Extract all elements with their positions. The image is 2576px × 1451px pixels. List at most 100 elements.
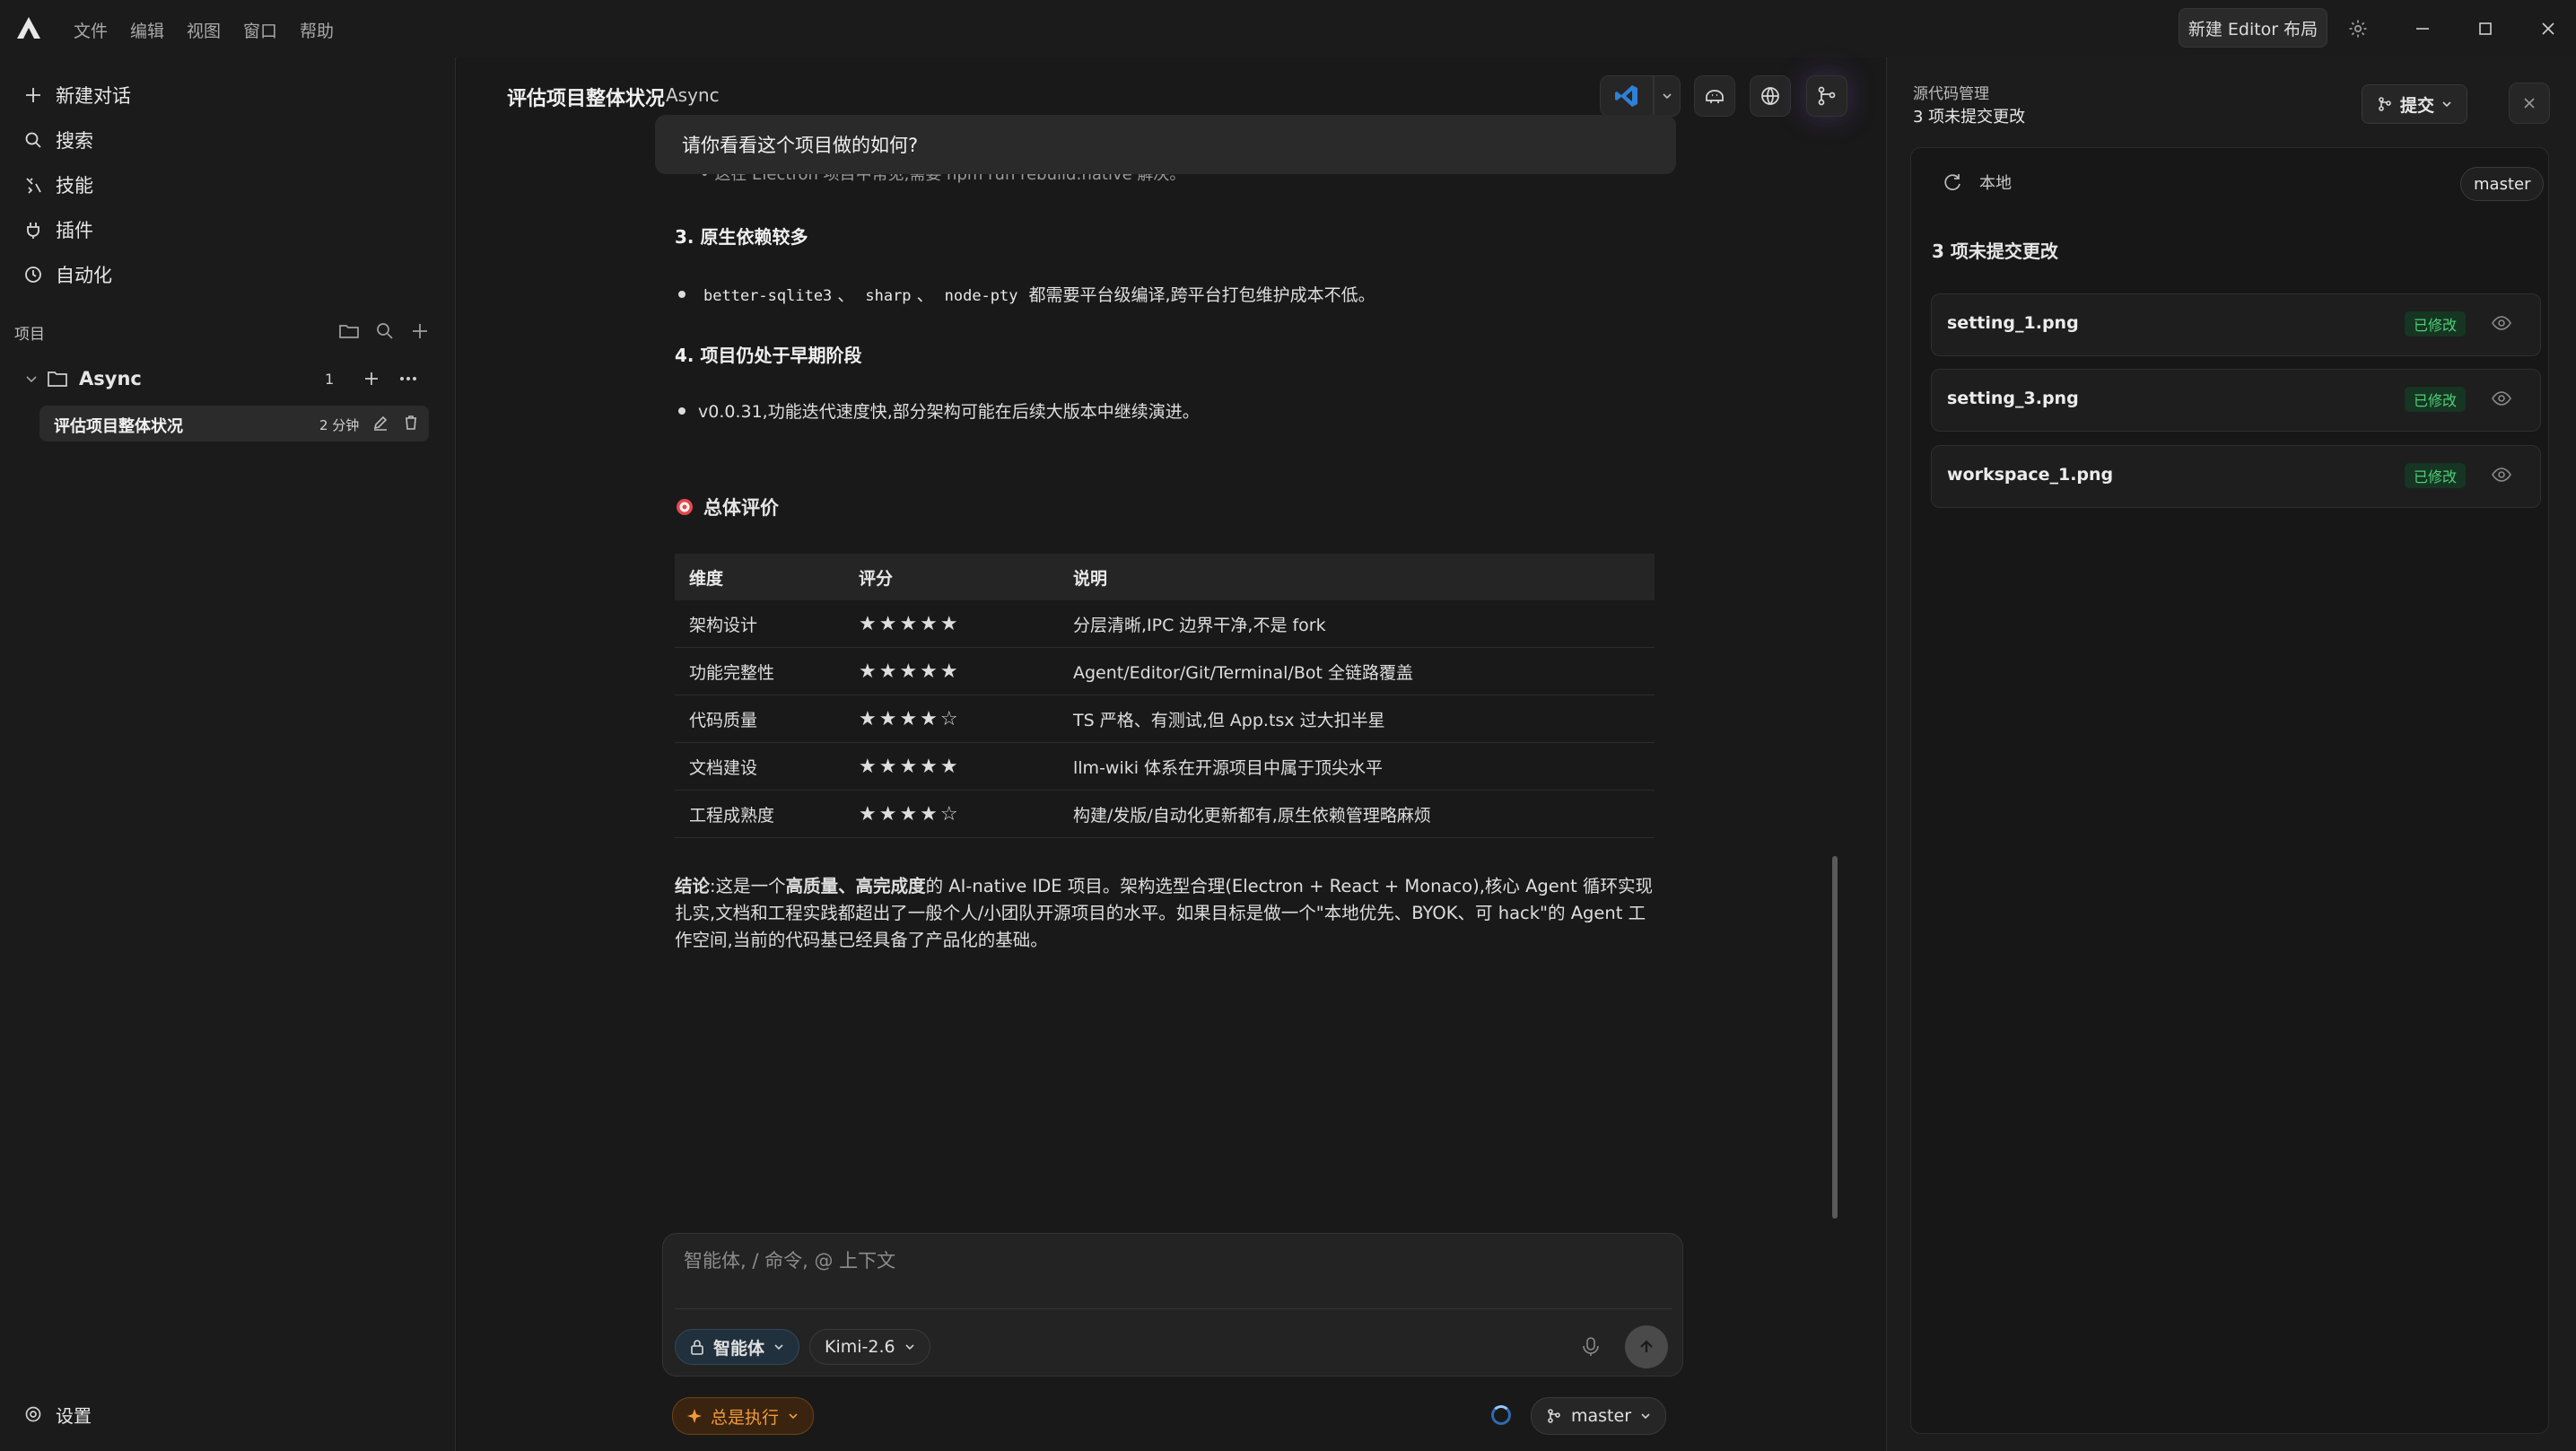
table-cell: 工程成熟度	[675, 790, 844, 838]
app-logo-icon[interactable]	[16, 16, 41, 39]
commit-label: 提交	[2400, 95, 2435, 116]
vscode-dropdown-button[interactable]	[1654, 75, 1681, 117]
folder-icon	[47, 369, 68, 389]
menu-help[interactable]: 帮助	[300, 18, 334, 42]
nav-new-chat[interactable]: 新建对话	[23, 77, 131, 113]
add-project-icon[interactable]	[408, 319, 432, 343]
eye-icon[interactable]	[2491, 389, 2512, 407]
open-folder-icon[interactable]	[337, 319, 361, 343]
settings-button[interactable]: 设置	[23, 1396, 92, 1432]
chevron-down-icon[interactable]	[25, 372, 38, 385]
model-selector[interactable]: Kimi-2.6	[809, 1329, 930, 1365]
execution-mode-label: 总是执行	[711, 1407, 780, 1428]
microphone-button[interactable]	[1572, 1328, 1610, 1366]
conclusion-paragraph: 结论:这是一个高质量、高完成度的 AI-native IDE 项目。架构选型合理…	[675, 873, 1653, 954]
nav-label: 新建对话	[56, 85, 131, 107]
browser-button[interactable]	[1750, 75, 1791, 117]
new-editor-layout-button[interactable]: 新建 Editor 布局	[2179, 8, 2327, 48]
table-cell: 构建/发版/自动化更新都有,原生依赖管理略麻烦	[1059, 790, 1655, 838]
file-name: workspace_1.png	[1947, 465, 2114, 485]
source-control-subtitle: 3 项未提交更改	[1913, 108, 2026, 127]
conclusion-label: 结论	[675, 876, 711, 896]
eye-icon[interactable]	[2491, 314, 2512, 332]
nav-automation[interactable]: 自动化	[23, 257, 112, 293]
commit-button[interactable]: 提交	[2362, 84, 2468, 124]
bullet-early-stage: v0.0.31,功能迭代速度快,部分架构可能在后续大版本中继续演进。	[678, 398, 1200, 423]
chat-input[interactable]	[682, 1249, 1663, 1272]
table-row: 代码质量 ★★★★☆ TS 严格、有测试,但 App.tsx 过大扣半星	[675, 695, 1655, 743]
execution-mode-selector[interactable]: 总是执行	[672, 1397, 815, 1435]
settings-label: 设置	[56, 1404, 92, 1427]
menu-edit[interactable]: 编辑	[130, 18, 164, 42]
maximize-icon[interactable]	[2471, 14, 2500, 43]
project-count: 1	[325, 370, 335, 388]
open-in-vscode-button[interactable]	[1600, 75, 1654, 117]
source-control-toggle-button[interactable]	[1806, 75, 1847, 117]
nav-skills[interactable]: 技能	[23, 167, 93, 203]
chevron-down-icon	[2441, 99, 2452, 109]
menu-window[interactable]: 窗口	[243, 18, 277, 42]
project-row-async[interactable]: Async 1	[14, 361, 429, 397]
table-row: 文档建设 ★★★★★ llm-wiki 体系在开源项目中属于顶尖水平	[675, 742, 1655, 791]
menu-view[interactable]: 视图	[187, 18, 221, 42]
text-span: 、	[837, 285, 855, 305]
clock-icon	[23, 265, 43, 284]
bullet-text: v0.0.31,功能迭代速度快,部分架构可能在后续大版本中继续演进。	[698, 402, 1200, 422]
close-icon	[2523, 97, 2536, 109]
chat-scrollbar[interactable]	[1832, 856, 1838, 1219]
minimize-icon[interactable]	[2408, 14, 2437, 43]
nav-label: 自动化	[56, 265, 112, 286]
close-window-icon[interactable]	[2534, 14, 2563, 43]
project-more-icon[interactable]	[398, 370, 418, 388]
git-commit-icon	[2377, 96, 2393, 112]
branch-label: master	[1571, 1406, 1632, 1426]
delete-trash-icon[interactable]	[402, 414, 420, 432]
user-message-bubble: 请你看看这个项目做的如何?	[655, 115, 1676, 174]
text-span: 都需要平台级编译,跨平台打包维护成本不低。	[1028, 285, 1375, 305]
bot-icon	[1703, 84, 1726, 108]
star-rating: ★★★★★	[844, 742, 1059, 791]
chevron-down-icon	[1662, 91, 1672, 101]
model-label: Kimi-2.6	[825, 1337, 895, 1357]
table-cell: TS 严格、有测试,但 App.tsx 过大扣半星	[1059, 695, 1655, 743]
bot-button[interactable]	[1694, 75, 1735, 117]
bullet-text: better-sqlite3、 sharp、 node-pty 都需要平台级编译…	[698, 282, 1375, 306]
bullet-native-deps: better-sqlite3、 sharp、 node-pty 都需要平台级编译…	[678, 282, 1375, 306]
text-span: 、	[916, 285, 934, 305]
git-branch-icon	[1546, 1408, 1562, 1424]
plus-icon	[23, 85, 43, 105]
eye-icon[interactable]	[2491, 466, 2512, 484]
star-rating: ★★★★★	[844, 647, 1059, 695]
branch-selector[interactable]: master	[1531, 1397, 1667, 1435]
globe-icon	[1759, 84, 1782, 108]
settings-gear-icon[interactable]	[2344, 14, 2372, 43]
close-panel-button[interactable]	[2509, 83, 2550, 124]
star-rating: ★★★★☆	[844, 695, 1059, 743]
project-add-icon[interactable]	[362, 370, 380, 388]
menu-file[interactable]: 文件	[74, 18, 108, 42]
task-time: 2 分钟	[319, 417, 360, 433]
nav-plugins[interactable]: 插件	[23, 212, 93, 248]
project-search-icon[interactable]	[373, 319, 397, 343]
edit-pencil-icon[interactable]	[371, 414, 389, 432]
refresh-icon[interactable]	[1942, 171, 1963, 193]
nav-search[interactable]: 搜索	[23, 122, 93, 158]
current-branch-badge[interactable]: master	[2460, 167, 2545, 201]
composer-divider	[675, 1308, 1672, 1309]
column-header: 维度	[675, 554, 844, 600]
arrow-up-icon	[1637, 1338, 1655, 1356]
rating-table: 维度 评分 说明 架构设计 ★★★★★ 分层清晰,IPC 边界干净,不是 for…	[675, 554, 1655, 838]
git-branch-icon	[1815, 84, 1838, 108]
target-icon	[675, 497, 694, 517]
file-name: setting_1.png	[1947, 313, 2079, 333]
chevron-down-icon	[788, 1411, 799, 1421]
send-button[interactable]	[1625, 1325, 1668, 1368]
task-title: 评估项目整体状况	[54, 417, 183, 436]
agent-mode-selector[interactable]: 智能体	[675, 1329, 800, 1365]
conclusion-emphasis: 高质量、高完成度	[785, 876, 926, 896]
task-row-active[interactable]: 评估项目整体状况 2 分钟	[39, 406, 429, 441]
file-name: setting_3.png	[1947, 389, 2079, 408]
chevron-down-icon	[904, 1342, 915, 1352]
code-span: node-pty	[944, 287, 1018, 305]
table-cell: 文档建设	[675, 742, 844, 791]
